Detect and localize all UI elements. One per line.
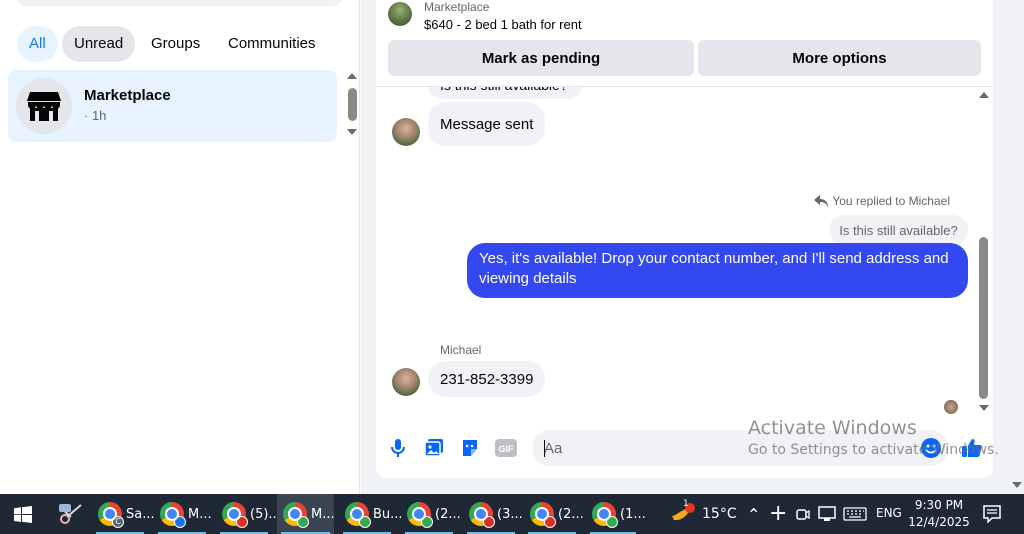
taskbar-app-label: (3...	[497, 506, 523, 522]
taskbar-app-label: (2...	[435, 506, 461, 522]
message-bubble-incoming: 231-852-3399	[428, 361, 546, 397]
taskbar-app-label: Bu...	[373, 506, 403, 522]
chrome-icon: C	[98, 502, 124, 528]
taskbar-app-label: (1...	[620, 506, 646, 522]
meet-now-icon[interactable]	[796, 506, 810, 527]
message-thread: Is this still available? Message sent Yo…	[376, 87, 978, 417]
taskbar-app-chrome[interactable]: (5)...	[216, 494, 281, 534]
taskbar-app-chrome[interactable]: (2...	[401, 494, 461, 534]
listing-source: Marketplace	[424, 0, 490, 14]
plus-icon[interactable]: +	[769, 501, 787, 526]
filter-all[interactable]: All	[17, 26, 58, 62]
taskbar-app-label: Sa...	[126, 506, 155, 522]
chrome-icon	[407, 502, 433, 528]
filter-groups[interactable]: Groups	[139, 26, 212, 62]
chrome-icon	[222, 502, 248, 528]
activation-watermark-subtitle: Go to Settings to activate Windows.	[748, 442, 999, 458]
avatar[interactable]	[392, 368, 420, 396]
gif-icon[interactable]: GIF	[494, 436, 518, 460]
reply-icon	[814, 195, 829, 207]
clock[interactable]: 9:30 PM 12/4/2025	[904, 497, 974, 531]
conversation-title: Marketplace	[84, 87, 171, 104]
profile-badge: C	[112, 516, 124, 528]
taskbar-app-chrome[interactable]: (1...	[586, 494, 646, 534]
scroll-down-arrow[interactable]	[979, 405, 989, 411]
taskbar-app-chrome[interactable]: Bu...	[339, 494, 403, 534]
reply-indicator: You replied to Michael	[814, 194, 950, 208]
scrollbar-thumb[interactable]	[979, 237, 988, 399]
taskbar-app-chrome[interactable]: (2...	[524, 494, 584, 534]
profile-badge	[421, 516, 433, 528]
filter-unread[interactable]: Unread	[62, 26, 136, 62]
text-caret	[544, 440, 545, 457]
avatar[interactable]	[392, 118, 420, 146]
taskbar-app-chrome[interactable]: (3...	[463, 494, 523, 534]
windows-start-icon[interactable]	[14, 506, 32, 528]
input-language[interactable]: ENG	[876, 506, 902, 520]
message-bubble-incoming: Message sent	[428, 102, 546, 146]
profile-badge	[544, 516, 556, 528]
message-bubble-outgoing: Yes, it's available! Drop your contact n…	[467, 243, 968, 298]
chrome-icon	[160, 502, 186, 528]
storefront-icon	[16, 78, 72, 134]
chrome-icon	[283, 502, 309, 528]
chrome-icon	[530, 502, 556, 528]
filter-communities[interactable]: Communities	[216, 26, 328, 62]
mark-as-pending-button[interactable]: Mark as pending	[388, 40, 694, 76]
chrome-icon	[469, 502, 495, 528]
sender-name: Michael	[440, 343, 482, 357]
reply-label: You replied to Michael	[832, 194, 950, 208]
taskbar-app-label: (2...	[558, 506, 584, 522]
scroll-up-arrow[interactable]	[347, 73, 357, 79]
network-icon[interactable]	[818, 506, 836, 527]
scroll-up-arrow[interactable]	[979, 92, 989, 98]
profile-badge	[483, 516, 495, 528]
weather-temperature[interactable]: 15°C	[702, 506, 737, 522]
message-bubble-partial: Is this still available?	[428, 87, 582, 99]
listing-title[interactable]: $640 - 2 bed 1 bath for rent	[424, 17, 582, 32]
taskbar-app-chrome[interactable]: M...	[154, 494, 212, 534]
taskbar-app-chrome[interactable]: M...	[277, 494, 335, 534]
photo-icon[interactable]	[422, 436, 446, 460]
taskbar-app-label: M...	[188, 506, 212, 522]
taskbar-app-chrome[interactable]: C Sa...	[92, 494, 155, 534]
scrollbar-thumb[interactable]	[348, 88, 357, 121]
more-options-button[interactable]: More options	[698, 40, 981, 76]
chevron-up-icon[interactable]: ⌃	[747, 505, 760, 524]
sticker-icon[interactable]	[458, 436, 482, 460]
search-field-partial[interactable]	[16, 0, 342, 6]
snipping-tool-icon[interactable]	[57, 502, 83, 531]
listing-thumbnail[interactable]	[388, 2, 412, 26]
profile-badge	[297, 516, 309, 528]
conversation-timestamp: · 1h	[84, 108, 107, 123]
microphone-icon[interactable]	[386, 436, 410, 460]
chrome-icon	[345, 502, 371, 528]
quoted-message[interactable]: Is this still available?	[829, 215, 968, 245]
notification-icon[interactable]	[983, 505, 1001, 528]
windows-taskbar: C Sa... M... (5)... M... Bu... (2... (3... (2...…	[0, 494, 1024, 534]
clock-time: 9:30 PM	[914, 498, 964, 512]
weather-icon[interactable]: 1	[670, 499, 696, 526]
profile-badge	[236, 516, 248, 528]
taskbar-app-label: M...	[311, 506, 335, 522]
weather-badge: 1	[683, 499, 689, 509]
keyboard-icon[interactable]	[843, 507, 867, 526]
activation-watermark-title: Activate Windows	[748, 417, 917, 439]
profile-badge	[174, 516, 186, 528]
profile-badge	[359, 516, 371, 528]
read-receipt-avatar	[944, 400, 958, 414]
profile-badge	[606, 516, 618, 528]
scroll-down-arrow[interactable]	[347, 129, 357, 135]
chrome-icon	[592, 502, 618, 528]
clock-date: 12/4/2025	[908, 515, 970, 529]
page-scroll-down-arrow[interactable]	[1012, 482, 1022, 488]
svg-text:GIF: GIF	[499, 444, 515, 454]
